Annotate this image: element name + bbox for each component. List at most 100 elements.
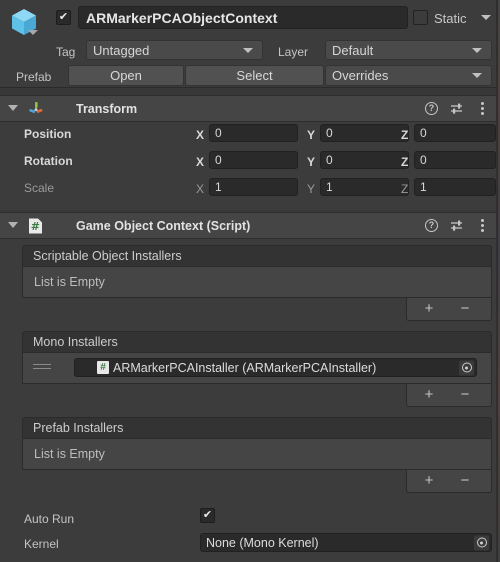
position-label: Position <box>24 127 72 141</box>
layer-dropdown[interactable]: Default <box>325 40 492 60</box>
kernel-label: Kernel <box>24 537 59 551</box>
tag-dropdown[interactable]: Untagged <box>86 40 263 60</box>
chevron-down-icon[interactable] <box>481 15 491 20</box>
script-icon: # <box>97 361 109 374</box>
scriptable-object-installers-remove-button[interactable]: − <box>457 301 473 316</box>
scriptable-object-installers-header[interactable]: Scriptable Object Installers <box>22 245 492 267</box>
axis-z-label: Z <box>401 155 409 169</box>
scale-x-value: 1 <box>215 180 222 194</box>
rotation-y-value: 0 <box>326 153 333 167</box>
auto-run-checkbox[interactable] <box>200 508 215 523</box>
axis-y-label: Y <box>307 182 316 196</box>
script-icon: # <box>28 218 43 234</box>
chevron-down-icon <box>472 48 482 53</box>
script-component-title: Game Object Context (Script) <box>76 219 251 233</box>
rotation-x-value: 0 <box>215 153 222 167</box>
svg-text:#: # <box>31 220 40 233</box>
scale-y-input[interactable]: 1 <box>320 178 409 196</box>
prefab-installers-add-button[interactable]: + <box>421 473 437 488</box>
scale-y-value: 1 <box>326 180 333 194</box>
help-icon[interactable]: ? <box>425 102 438 115</box>
gameobject-enabled-checkbox[interactable] <box>56 10 71 25</box>
axis-x-label: X <box>196 182 205 196</box>
mono-installers-label: Mono Installers <box>33 335 118 349</box>
mono-installers-header[interactable]: Mono Installers <box>22 331 492 353</box>
scriptable-object-installers-add-button[interactable]: + <box>421 301 437 316</box>
kebab-menu-icon[interactable] <box>481 102 484 115</box>
transform-component-header[interactable]: Transform ? <box>0 95 500 122</box>
position-x-input[interactable]: 0 <box>209 124 298 142</box>
tag-value: Untagged <box>93 42 150 58</box>
drag-handle-icon[interactable] <box>33 364 51 371</box>
axis-z-label: Z <box>401 128 409 142</box>
prefab-select-label: Select <box>236 68 273 83</box>
position-y-value: 0 <box>326 126 333 140</box>
scriptable-object-installers-list: List is Empty <box>22 267 492 298</box>
position-y-input[interactable]: 0 <box>320 124 409 142</box>
layer-value: Default <box>332 42 374 58</box>
position-x-value: 0 <box>215 126 222 140</box>
mono-installers-add-button[interactable]: + <box>421 387 437 402</box>
scale-x-input[interactable]: 1 <box>209 178 298 196</box>
script-component-header[interactable]: # Game Object Context (Script) ? <box>0 212 500 239</box>
preset-sliders-icon[interactable] <box>450 219 464 233</box>
kernel-value: None (Mono Kernel) <box>206 535 319 550</box>
rotation-x-input[interactable]: 0 <box>209 151 298 169</box>
mono-installers-list: # ARMarkerPCAInstaller (ARMarkerPCAInsta… <box>22 353 492 384</box>
rotation-z-input[interactable]: 0 <box>414 151 496 169</box>
mono-installers-remove-button[interactable]: − <box>457 387 473 402</box>
axis-z-label: Z <box>401 182 409 196</box>
mono-installers-footer: + − <box>406 384 492 407</box>
prefab-installers-label: Prefab Installers <box>33 421 124 435</box>
axis-y-label: Y <box>307 128 316 142</box>
prefab-select-button[interactable]: Select <box>185 65 324 86</box>
chevron-down-icon[interactable] <box>28 30 38 35</box>
gameobject-name-input[interactable]: ARMarkerPCAObjectContext <box>78 6 408 29</box>
mono-installer-object-field-0[interactable]: # ARMarkerPCAInstaller (ARMarkerPCAInsta… <box>74 358 477 377</box>
mono-installer-value-0: ARMarkerPCAInstaller (ARMarkerPCAInstall… <box>113 360 377 375</box>
auto-run-label: Auto Run <box>24 512 75 526</box>
unity-inspector-panel: ARMarkerPCAObjectContext Static Tag Unta… <box>0 0 500 562</box>
rotation-y-input[interactable]: 0 <box>320 151 409 169</box>
scriptable-object-installers-empty: List is Empty <box>34 275 105 289</box>
static-checkbox[interactable] <box>413 10 428 25</box>
kernel-object-field[interactable]: None (Mono Kernel) <box>200 533 492 552</box>
help-icon[interactable]: ? <box>425 219 438 232</box>
script-component-body: Scriptable Object Installers List is Emp… <box>0 239 500 562</box>
chevron-down-icon <box>472 73 482 78</box>
object-picker-icon[interactable] <box>459 360 474 375</box>
triangle-down-icon[interactable] <box>8 105 18 111</box>
prefab-overrides-dropdown[interactable]: Overrides <box>325 65 492 86</box>
rotation-z-value: 0 <box>420 153 427 167</box>
transform-body: Position X 0 Y 0 Z 0 Rotation X 0 Y 0 Z … <box>0 122 500 210</box>
position-z-value: 0 <box>420 126 427 140</box>
divider-top <box>0 95 500 96</box>
scriptable-object-installers-label: Scriptable Object Installers <box>33 249 182 263</box>
scriptable-object-installers-footer: + − <box>406 298 492 321</box>
preset-sliders-icon[interactable] <box>450 102 464 116</box>
kebab-menu-icon[interactable] <box>481 219 484 232</box>
static-label: Static <box>434 11 467 26</box>
axis-x-label: X <box>196 155 205 169</box>
prefab-installers-footer: + − <box>406 470 492 493</box>
gameobject-header: ARMarkerPCAObjectContext Static Tag Unta… <box>0 0 500 88</box>
prefab-overrides-label: Overrides <box>332 68 389 83</box>
layer-label: Layer <box>278 45 309 59</box>
prefab-open-button[interactable]: Open <box>68 65 184 86</box>
prefab-installers-list: List is Empty <box>22 439 492 470</box>
object-picker-icon[interactable] <box>474 535 489 550</box>
scale-label: Scale <box>24 181 55 195</box>
header-divider <box>0 87 500 88</box>
prefab-installers-empty: List is Empty <box>34 447 105 461</box>
position-z-input[interactable]: 0 <box>414 124 496 142</box>
triangle-down-icon[interactable] <box>8 222 18 228</box>
axis-y-label: Y <box>307 155 316 169</box>
prefab-open-label: Open <box>110 68 142 83</box>
chevron-down-icon <box>243 48 253 53</box>
scale-z-input[interactable]: 1 <box>414 178 496 196</box>
prefab-installers-header[interactable]: Prefab Installers <box>22 417 492 439</box>
axis-x-label: X <box>196 128 205 142</box>
scale-z-value: 1 <box>420 180 427 194</box>
tag-label: Tag <box>56 45 76 59</box>
prefab-installers-remove-button[interactable]: − <box>457 473 473 488</box>
